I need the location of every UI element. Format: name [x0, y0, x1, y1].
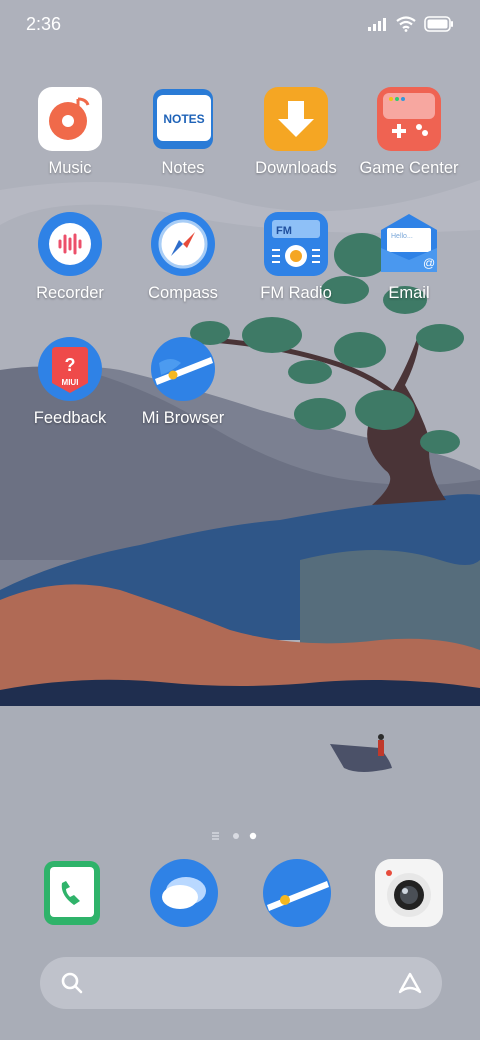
camera-app-icon[interactable]	[375, 859, 443, 927]
compass-app-icon	[151, 212, 215, 276]
app-label: Downloads	[255, 159, 337, 177]
home-search-bar[interactable]	[40, 957, 442, 1009]
svg-text:Hello...: Hello...	[391, 233, 413, 240]
svg-text:FM: FM	[276, 225, 292, 237]
svg-text:NOTES: NOTES	[163, 112, 204, 126]
app-game-center[interactable]: Game Center	[351, 87, 467, 178]
app-recorder[interactable]: Recorder	[12, 212, 128, 303]
svg-text:MIUI: MIUI	[62, 378, 79, 387]
app-compass[interactable]: Compass	[125, 212, 241, 303]
mi-browser-app-icon	[151, 337, 215, 401]
page-dot-active	[249, 832, 257, 840]
status-bar: 2:36	[0, 0, 480, 50]
notes-app-icon: NOTES	[153, 89, 213, 149]
fm-radio-app-icon: FM	[264, 212, 328, 276]
app-feedback[interactable]: ? MIUI Feedback	[12, 337, 128, 428]
phone-app-icon[interactable]	[38, 859, 106, 927]
messages-app-icon[interactable]	[150, 859, 218, 927]
app-label: Mi Browser	[141, 409, 225, 427]
app-fm-radio[interactable]: FM FM Radio	[238, 212, 354, 303]
svg-text:@: @	[423, 256, 435, 270]
app-label: Notes	[161, 159, 205, 177]
page-indicator[interactable]	[0, 829, 480, 847]
signal-icon	[368, 18, 386, 31]
browser-app-icon[interactable]	[263, 859, 331, 927]
wifi-icon	[396, 16, 416, 32]
recorder-app-icon	[38, 212, 102, 276]
app-notes[interactable]: NOTES Notes	[125, 87, 241, 178]
status-time: 2:36	[26, 14, 62, 34]
downloads-app-icon	[264, 87, 328, 151]
app-mi-browser[interactable]: Mi Browser	[125, 337, 241, 428]
app-label: Music	[48, 159, 92, 177]
app-label: Feedback	[33, 409, 107, 427]
game-center-app-icon	[377, 87, 441, 151]
app-label: Recorder	[36, 284, 104, 302]
email-app-icon: Hello... @	[381, 214, 437, 272]
app-music[interactable]: Music	[12, 87, 128, 178]
feedback-app-icon: ? MIUI	[38, 337, 102, 401]
app-email[interactable]: Hello... @ Email	[351, 212, 467, 303]
app-label: Email	[388, 284, 430, 302]
page-dot	[233, 833, 239, 839]
svg-text:?: ?	[65, 355, 76, 375]
app-vault-icon[interactable]	[396, 970, 424, 996]
page-dot-list	[212, 832, 219, 840]
battery-icon	[424, 16, 453, 32]
search-icon	[61, 972, 83, 994]
music-app-icon	[38, 87, 102, 151]
app-label: Game Center	[359, 159, 459, 177]
app-downloads[interactable]: Downloads	[238, 87, 354, 178]
app-label: FM Radio	[260, 284, 332, 302]
app-label: Compass	[148, 284, 218, 302]
